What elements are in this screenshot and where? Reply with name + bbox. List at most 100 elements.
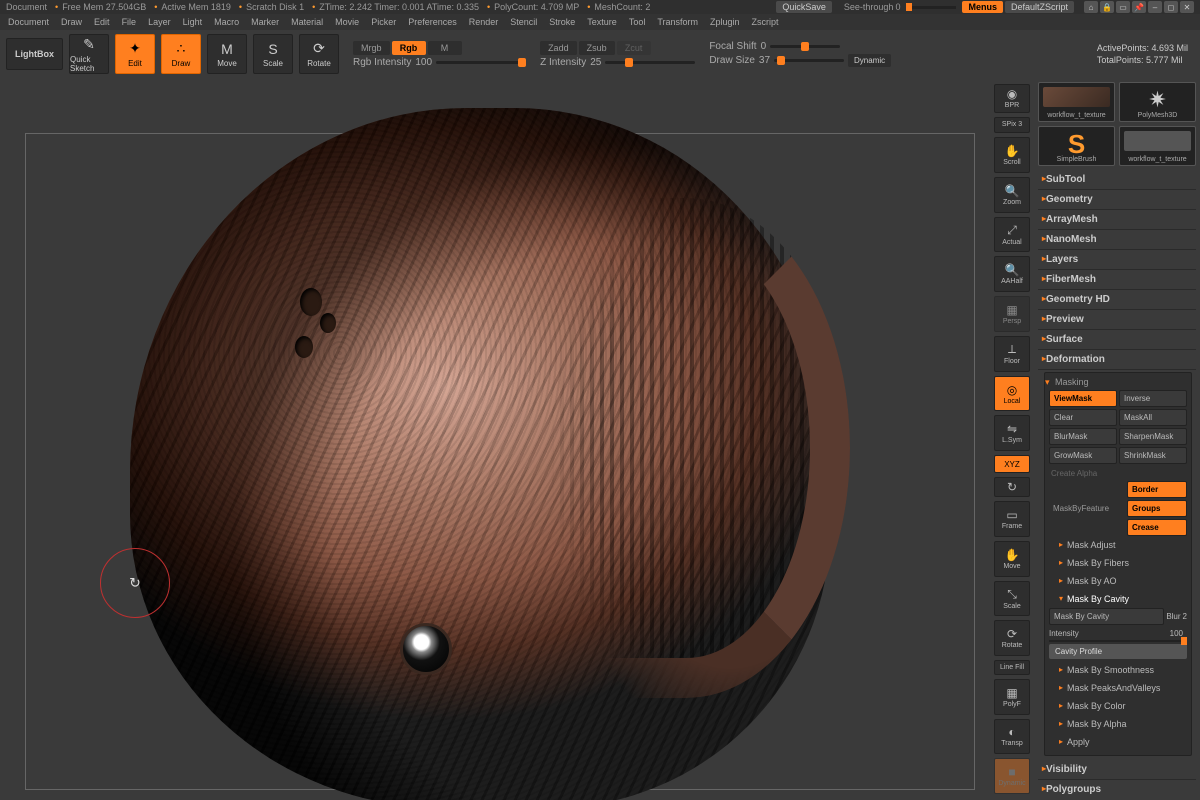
rgb-chip[interactable]: Rgb [392, 41, 426, 55]
mode-scale-button[interactable]: SScale [253, 34, 293, 74]
polymesh-thumb[interactable]: PolyMesh3D [1119, 82, 1196, 122]
actual-button[interactable]: ⤢Actual [994, 217, 1030, 253]
panel-nanomesh[interactable]: NanoMesh [1038, 230, 1196, 250]
menu-texture[interactable]: Texture [587, 17, 617, 27]
focal-slider[interactable] [770, 45, 840, 48]
panel-layers[interactable]: Layers [1038, 250, 1196, 270]
zscript-button[interactable]: DefaultZScript [1005, 1, 1074, 13]
panel-visibility[interactable]: Visibility [1038, 760, 1196, 780]
mask-cavity-header[interactable]: Mask By Cavity [1049, 590, 1187, 608]
menu-light[interactable]: Light [183, 17, 203, 27]
transp-button[interactable]: ◐Transp [994, 719, 1030, 755]
minimize-icon[interactable]: – [1148, 1, 1162, 13]
mask-alpha-item[interactable]: Mask By Alpha [1049, 715, 1187, 733]
frame-button[interactable]: ▭Frame [994, 501, 1030, 537]
home-icon[interactable]: ⌂ [1084, 1, 1098, 13]
maximize-icon[interactable]: ◻ [1164, 1, 1178, 13]
menu-edit[interactable]: Edit [94, 17, 110, 27]
texture-thumb-1[interactable]: workflow_t_texture [1038, 82, 1115, 122]
panel-geometryhd[interactable]: Geometry HD [1038, 290, 1196, 310]
viewmask-button[interactable]: ViewMask [1049, 390, 1117, 407]
panel-deformation[interactable]: Deformation [1038, 350, 1196, 370]
quick-sketch-button[interactable]: ✎ Quick Sketch [69, 34, 109, 74]
mask-color-item[interactable]: Mask By Color [1049, 697, 1187, 715]
drawsize-slider[interactable] [774, 59, 844, 62]
mask-by-cavity-button[interactable]: Mask By Cavity [1049, 608, 1164, 625]
mrgb-chip[interactable]: Mrgb [353, 41, 390, 55]
nav-scale-button[interactable]: ⤡Scale [994, 581, 1030, 617]
menu-zscript[interactable]: Zscript [752, 17, 779, 27]
feature-crease-button[interactable]: Crease [1127, 519, 1187, 536]
cavity-profile-button[interactable]: Cavity Profile [1049, 644, 1187, 659]
lock-icon[interactable]: 🔒 [1100, 1, 1114, 13]
nav-move-button[interactable]: ✋Move [994, 541, 1030, 577]
feature-border-button[interactable]: Border [1127, 481, 1187, 498]
panel-arraymesh[interactable]: ArrayMesh [1038, 210, 1196, 230]
rgb-intensity-slider[interactable] [436, 61, 526, 64]
panel-subtool[interactable]: SubTool [1038, 170, 1196, 190]
panel-preview[interactable]: Preview [1038, 310, 1196, 330]
pin-icon[interactable]: 📌 [1132, 1, 1146, 13]
mode-move-button[interactable]: MMove [207, 34, 247, 74]
zsub-chip[interactable]: Zsub [579, 41, 615, 55]
menu-macro[interactable]: Macro [214, 17, 239, 27]
menus-button[interactable]: Menus [962, 1, 1003, 13]
texture-thumb-2[interactable]: workflow_t_texture [1119, 126, 1196, 166]
bpr-button[interactable]: ◉BPR [994, 84, 1030, 113]
shrinkmask-button[interactable]: ShrinkMask [1119, 447, 1187, 464]
blurmask-button[interactable]: BlurMask [1049, 428, 1117, 445]
nav-rotate-button[interactable]: ⟳Rotate [994, 620, 1030, 656]
panel-geometry[interactable]: Geometry [1038, 190, 1196, 210]
mask-fibers-item[interactable]: Mask By Fibers [1049, 554, 1187, 572]
mask-intensity-slider[interactable] [1049, 640, 1187, 642]
menu-stroke[interactable]: Stroke [549, 17, 575, 27]
viewport-3d[interactable] [0, 78, 990, 800]
simplebrush-thumb[interactable]: SimpleBrush [1038, 126, 1115, 166]
feature-groups-button[interactable]: Groups [1127, 500, 1187, 517]
spix-button[interactable]: SPix 3 [994, 117, 1030, 133]
maskall-button[interactable]: MaskAll [1119, 409, 1187, 426]
restore-icon[interactable]: ▭ [1116, 1, 1130, 13]
mask-adjust-item[interactable]: Mask Adjust [1049, 536, 1187, 554]
menu-material[interactable]: Material [291, 17, 323, 27]
mask-peaksvalleys-item[interactable]: Mask PeaksAndValleys [1049, 679, 1187, 697]
panel-fibermesh[interactable]: FiberMesh [1038, 270, 1196, 290]
close-icon[interactable]: ✕ [1180, 1, 1194, 13]
menu-tool[interactable]: Tool [629, 17, 646, 27]
menu-render[interactable]: Render [469, 17, 499, 27]
m-chip[interactable]: M [428, 41, 462, 55]
clear-button[interactable]: Clear [1049, 409, 1117, 426]
zoom-button[interactable]: 🔍Zoom [994, 177, 1030, 213]
growmask-button[interactable]: GrowMask [1049, 447, 1117, 464]
lightbox-button[interactable]: LightBox [6, 38, 63, 70]
menu-document[interactable]: Document [8, 17, 49, 27]
menu-marker[interactable]: Marker [251, 17, 279, 27]
sharpenmask-button[interactable]: SharpenMask [1119, 428, 1187, 445]
mask-apply-item[interactable]: Apply [1049, 733, 1187, 751]
menu-file[interactable]: File [122, 17, 137, 27]
zadd-chip[interactable]: Zadd [540, 41, 577, 55]
menu-movie[interactable]: Movie [335, 17, 359, 27]
menu-layer[interactable]: Layer [148, 17, 171, 27]
orbit-button[interactable]: ↻ [994, 477, 1030, 497]
dynamic-toggle[interactable]: Dynamic [848, 54, 891, 67]
z-intensity-slider[interactable] [605, 61, 695, 64]
floor-button[interactable]: ⟂Floor [994, 336, 1030, 372]
mask-ao-item[interactable]: Mask By AO [1049, 572, 1187, 590]
inverse-button[interactable]: Inverse [1119, 390, 1187, 407]
panel-polygroups[interactable]: Polygroups [1038, 780, 1196, 796]
mode-edit-button[interactable]: ✦Edit [115, 34, 155, 74]
menu-stencil[interactable]: Stencil [510, 17, 537, 27]
mode-rotate-button[interactable]: ⟳Rotate [299, 34, 339, 74]
local-button[interactable]: ◎Local [994, 376, 1030, 412]
zcut-chip[interactable]: Zcut [617, 41, 651, 55]
linefill-button[interactable]: Line Fill [994, 660, 1030, 674]
scroll-button[interactable]: ✋Scroll [994, 137, 1030, 173]
masking-title[interactable]: Masking [1049, 377, 1187, 387]
mode-draw-button[interactable]: ∴Draw [161, 34, 201, 74]
polyf-button[interactable]: ▦PolyF [994, 679, 1030, 715]
lsym-button[interactable]: ⇋L.Sym [994, 415, 1030, 451]
menu-zplugin[interactable]: Zplugin [710, 17, 740, 27]
panel-surface[interactable]: Surface [1038, 330, 1196, 350]
menu-transform[interactable]: Transform [657, 17, 698, 27]
